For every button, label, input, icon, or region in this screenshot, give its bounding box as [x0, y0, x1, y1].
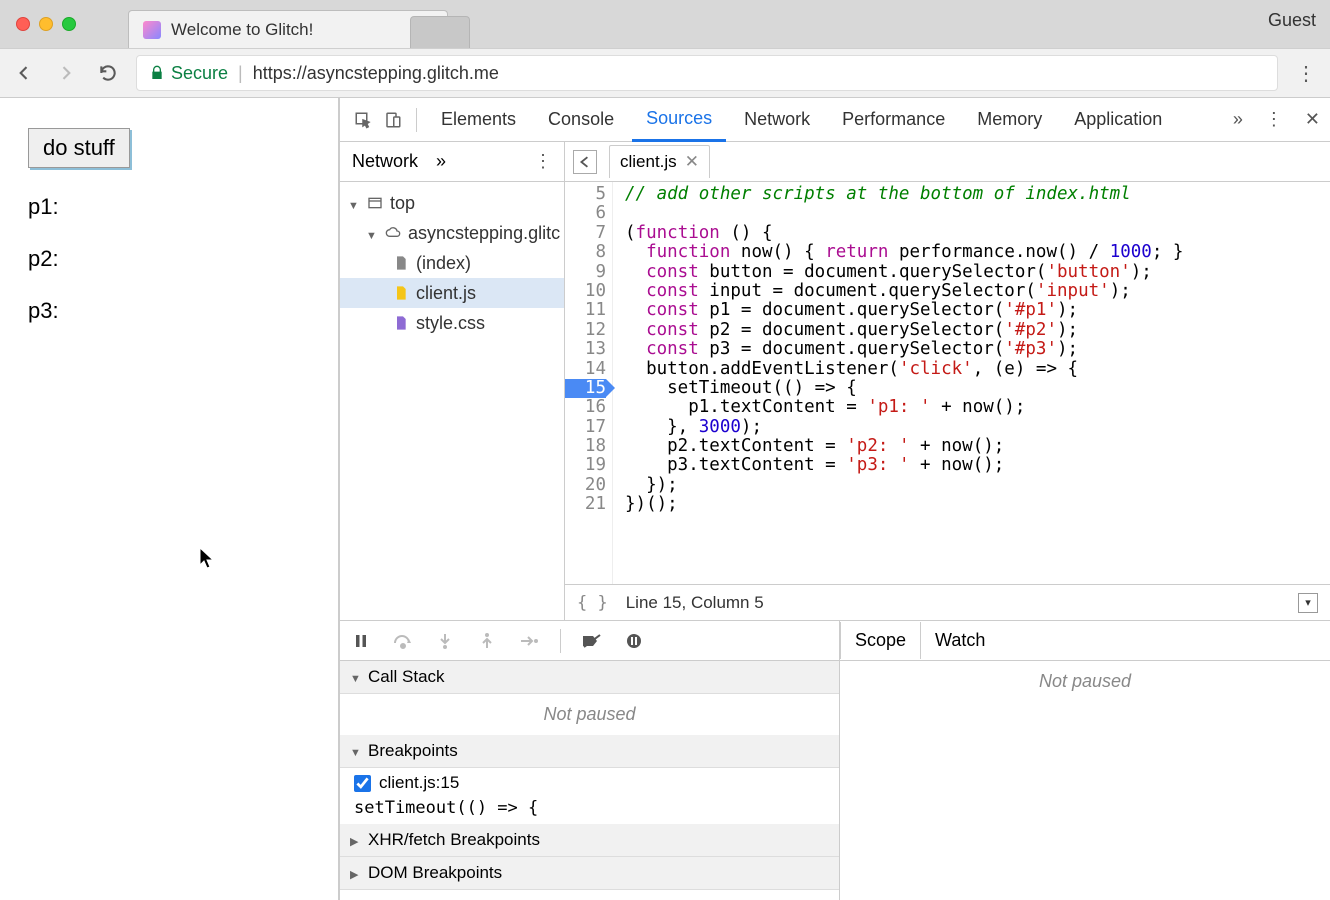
- close-devtools-icon[interactable]: ✕: [1305, 109, 1320, 130]
- tab-network[interactable]: Network: [730, 99, 824, 140]
- devtools: Elements Console Sources Network Perform…: [340, 98, 1330, 900]
- forward-button[interactable]: [52, 59, 80, 87]
- step-into-button[interactable]: [434, 630, 456, 652]
- scope-tab[interactable]: Scope: [840, 622, 921, 659]
- tab-sources[interactable]: Sources: [632, 98, 726, 142]
- tab-performance[interactable]: Performance: [828, 99, 959, 140]
- xhr-breakpoints-header[interactable]: XHR/fetch Breakpoints: [340, 824, 839, 857]
- browser-toolbar: Secure | https://asyncstepping.glitch.me…: [0, 48, 1330, 98]
- pause-button[interactable]: [350, 630, 372, 652]
- deactivate-breakpoints-button[interactable]: [581, 630, 603, 652]
- p3-label: p3:: [28, 298, 310, 324]
- step-out-button[interactable]: [476, 630, 498, 652]
- toggle-navigator-icon[interactable]: [573, 150, 597, 174]
- file-tree: top asyncstepping.glitc (index): [340, 182, 564, 344]
- scope-watch-tabs: Scope Watch: [840, 621, 1330, 661]
- step-button[interactable]: [518, 630, 540, 652]
- profile-label[interactable]: Guest: [1268, 10, 1316, 31]
- line-gutter[interactable]: 56789101112131415161718192021: [565, 182, 613, 584]
- secure-label: Secure: [171, 63, 228, 84]
- code-editor: client.js ✕ 5678910111213141516171819202…: [565, 142, 1330, 620]
- p1-label: p1:: [28, 194, 310, 220]
- separator: [416, 108, 417, 132]
- editor-status-bar: { } Line 15, Column 5 ▾: [565, 584, 1330, 620]
- secure-indicator: Secure: [149, 63, 228, 84]
- tab-console[interactable]: Console: [534, 99, 628, 140]
- close-window-button[interactable]: [16, 17, 30, 31]
- new-tab-button[interactable]: [410, 16, 470, 48]
- maximize-window-button[interactable]: [62, 17, 76, 31]
- devtools-menu-icon[interactable]: ⋮: [1265, 109, 1283, 130]
- tab-elements[interactable]: Elements: [427, 99, 530, 140]
- do-stuff-button[interactable]: do stuff: [28, 128, 130, 168]
- navigator-tab-network[interactable]: Network: [352, 151, 418, 172]
- inspect-icon[interactable]: [350, 107, 376, 133]
- file-tab-clientjs[interactable]: client.js ✕: [609, 145, 710, 178]
- device-toggle-icon[interactable]: [380, 107, 406, 133]
- sources-navigator: Network » ⋮ top asyncsteppi: [340, 142, 565, 620]
- breakpoints-header[interactable]: Breakpoints: [340, 735, 839, 768]
- dom-breakpoints-header[interactable]: DOM Breakpoints: [340, 857, 839, 890]
- url-divider: |: [238, 63, 243, 84]
- separator: [560, 629, 561, 653]
- browser-chrome: Welcome to Glitch! ✕ Guest Secure | http…: [0, 0, 1330, 98]
- lock-icon: [149, 65, 165, 81]
- callstack-header[interactable]: Call Stack: [340, 661, 839, 694]
- tabs-overflow-icon[interactable]: »: [1233, 109, 1243, 130]
- favicon-icon: [143, 21, 161, 39]
- toggle-sidebar-icon[interactable]: ▾: [1298, 593, 1318, 613]
- watch-tab[interactable]: Watch: [921, 622, 999, 659]
- tree-top[interactable]: top: [340, 188, 564, 218]
- tree-file-stylecss[interactable]: style.css: [340, 308, 564, 338]
- code-content[interactable]: // add other scripts at the bottom of in…: [613, 182, 1183, 584]
- tab-application[interactable]: Application: [1060, 99, 1176, 140]
- back-button[interactable]: [10, 59, 38, 87]
- p2-label: p2:: [28, 246, 310, 272]
- minimize-window-button[interactable]: [39, 17, 53, 31]
- cloud-icon: [384, 224, 402, 242]
- css-file-icon: [392, 314, 410, 332]
- reload-button[interactable]: [94, 59, 122, 87]
- navigator-overflow-icon[interactable]: »: [436, 151, 446, 172]
- page-content: do stuff p1: p2: p3:: [0, 98, 340, 900]
- step-over-button[interactable]: [392, 630, 414, 652]
- devtools-tabs: Elements Console Sources Network Perform…: [340, 98, 1330, 142]
- tree-file-index[interactable]: (index): [340, 248, 564, 278]
- browser-tab[interactable]: Welcome to Glitch! ✕: [128, 10, 448, 48]
- pause-exceptions-button[interactable]: [623, 630, 645, 652]
- debugger-toolbar: [340, 621, 839, 661]
- cursor-position: Line 15, Column 5: [626, 593, 764, 613]
- scope-message: Not paused: [840, 661, 1330, 702]
- js-file-icon: [392, 284, 410, 302]
- breakpoint-item[interactable]: client.js:15: [340, 768, 839, 798]
- tree-domain[interactable]: asyncstepping.glitc: [340, 218, 564, 248]
- tab-title: Welcome to Glitch!: [171, 20, 410, 40]
- window-controls: [16, 17, 76, 31]
- debugger-panel: Call Stack Not paused Breakpoints client…: [340, 620, 1330, 900]
- code-area[interactable]: 56789101112131415161718192021 // add oth…: [565, 182, 1330, 584]
- breakpoint-checkbox[interactable]: [354, 775, 371, 792]
- document-icon: [392, 254, 410, 272]
- browser-menu-button[interactable]: ⋮: [1292, 61, 1320, 86]
- close-file-icon[interactable]: ✕: [685, 152, 699, 172]
- navigator-menu-icon[interactable]: ⋮: [534, 151, 552, 172]
- breakpoint-code: setTimeout(() => {: [340, 798, 839, 824]
- format-icon[interactable]: { }: [577, 593, 608, 613]
- callstack-message: Not paused: [340, 694, 839, 735]
- tree-file-clientjs[interactable]: client.js: [340, 278, 564, 308]
- titlebar: Welcome to Glitch! ✕ Guest: [0, 0, 1330, 48]
- cursor-icon: [200, 548, 216, 570]
- navigator-tabs: Network » ⋮: [340, 142, 564, 182]
- tab-memory[interactable]: Memory: [963, 99, 1056, 140]
- url-text: https://asyncstepping.glitch.me: [253, 63, 499, 84]
- address-bar[interactable]: Secure | https://asyncstepping.glitch.me: [136, 55, 1278, 91]
- window-icon: [366, 194, 384, 212]
- editor-tabs: client.js ✕: [565, 142, 1330, 182]
